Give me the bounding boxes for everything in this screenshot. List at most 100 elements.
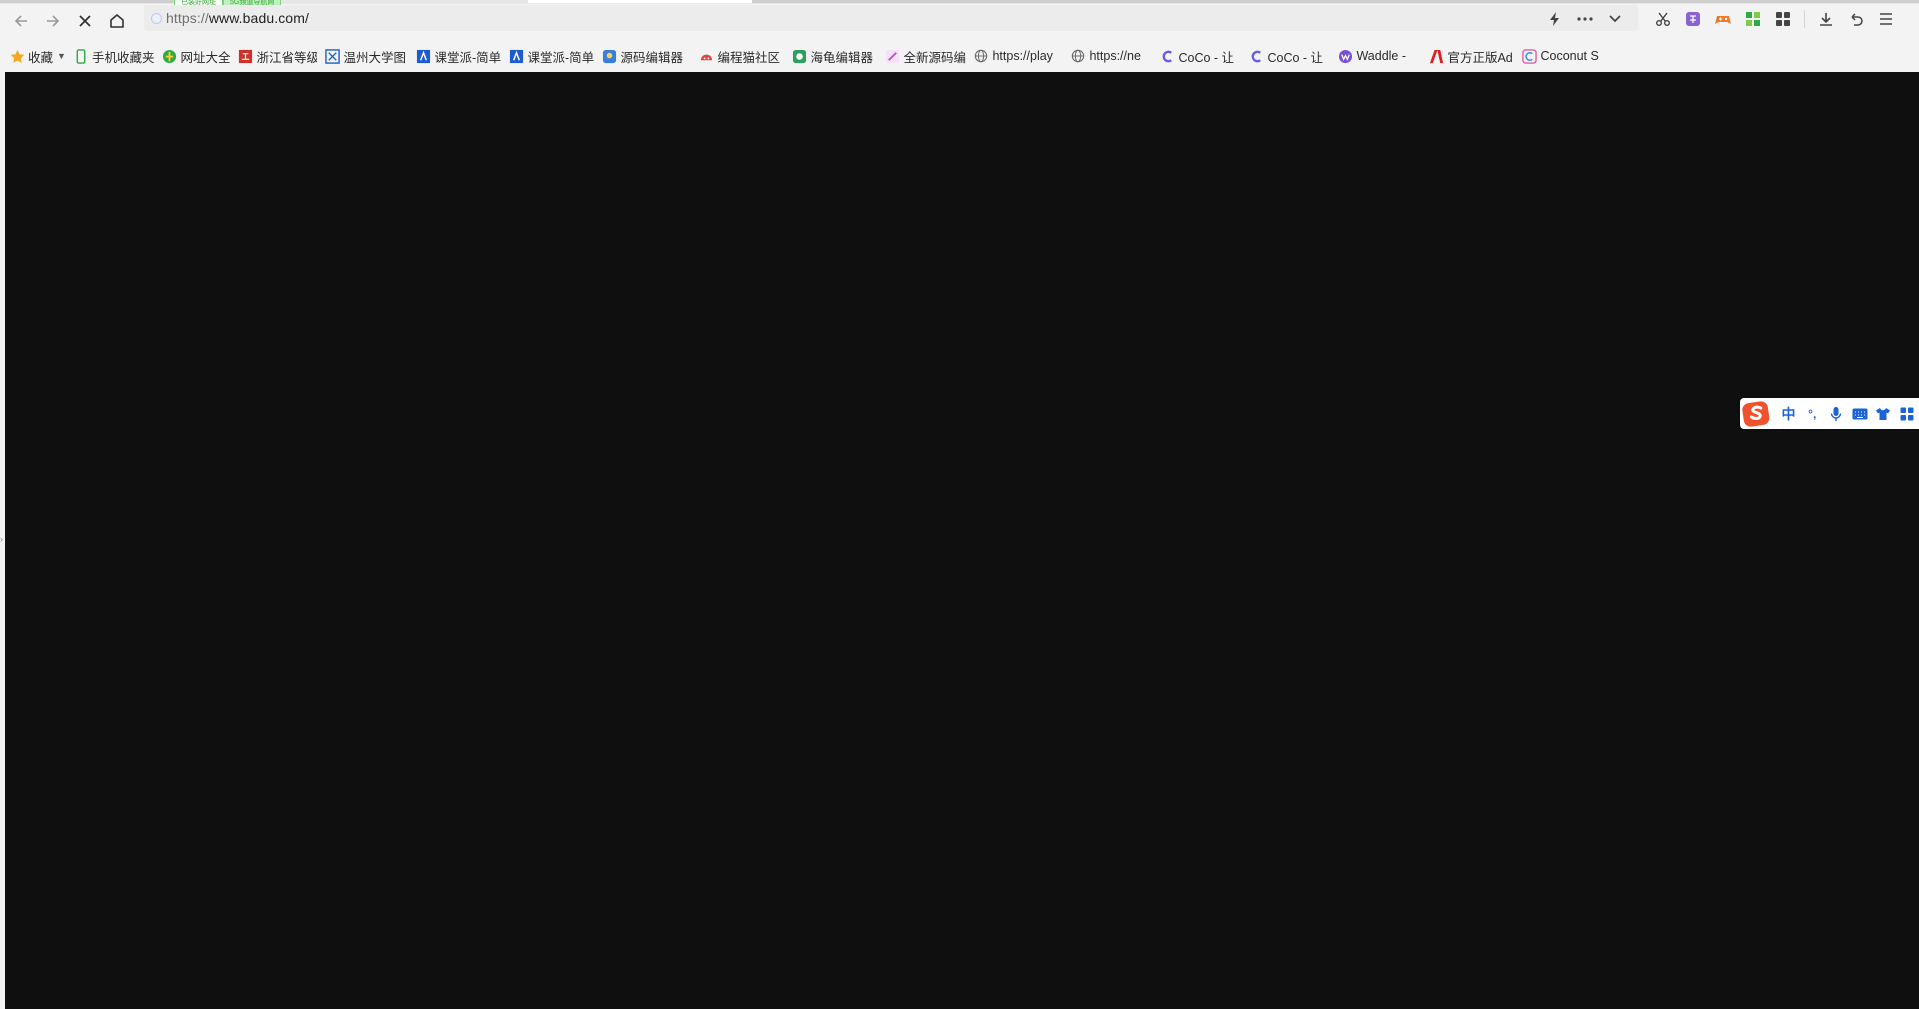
bookmark-label: 海龟编辑器	[810, 50, 873, 65]
scissors-icon	[1656, 12, 1670, 26]
bookmark-label: 课堂派-简单	[434, 50, 502, 65]
download-icon	[1820, 13, 1832, 26]
bookmark-item[interactable]: 网址大全	[161, 44, 230, 68]
bookmark-label: CoCo - 让	[1267, 50, 1324, 65]
site-logo-icon	[884, 48, 900, 64]
bookmark-item[interactable]: 手机收藏夹	[73, 44, 155, 68]
apps-grid-icon	[1746, 12, 1760, 26]
extension-tools	[1648, 7, 1901, 31]
dropdown-button[interactable]	[1600, 7, 1630, 31]
bookmark-label: 浙江省等级	[256, 50, 318, 65]
chevron-down-icon	[1609, 15, 1621, 23]
waddle-icon	[1337, 48, 1353, 64]
stop-loading-button[interactable]	[70, 6, 100, 36]
bookmark-label: 收藏	[28, 50, 54, 65]
caret-down-icon[interactable]: ▼	[57, 51, 66, 61]
bookmark-label: 全新源码编	[903, 50, 966, 65]
speed-mode-button[interactable]	[1540, 7, 1570, 31]
more-icon	[1577, 17, 1593, 21]
address-bar[interactable]: https://www.badu.com/	[144, 5, 1638, 31]
undo-close-button[interactable]	[1841, 7, 1871, 31]
download-button[interactable]	[1811, 7, 1841, 31]
star-icon	[9, 48, 25, 64]
toolbox-grid-icon[interactable]	[1895, 402, 1919, 426]
bookmark-label: 编程猫社区	[717, 50, 780, 65]
bookmark-label: https://ne	[1089, 49, 1141, 63]
coconut-icon	[1521, 48, 1537, 64]
site-logo-icon	[791, 48, 807, 64]
address-tools	[1540, 7, 1630, 31]
bookmark-item[interactable]: 海龟编辑器	[791, 44, 877, 68]
site-logo-icon	[508, 48, 524, 64]
keyboard-icon[interactable]	[1848, 402, 1872, 426]
bookmark-label: 手机收藏夹	[91, 50, 155, 65]
bookmarks-bar: 收藏 ▼ 手机收藏夹 网址大全 浙江省等级 温州大学图 课堂派-简单 课堂派-简…	[0, 42, 1919, 70]
sogou-logo-icon[interactable]	[1741, 399, 1771, 429]
apps-button[interactable]	[1738, 7, 1768, 31]
bookmark-favorites[interactable]: 收藏 ▼	[9, 44, 66, 68]
bookmark-label: Waddle -	[1356, 49, 1407, 63]
globe-icon	[1070, 48, 1086, 64]
bookmark-item[interactable]: 编程猫社区	[698, 44, 784, 68]
bookmark-label: Coconut S	[1540, 49, 1599, 63]
translate-icon	[1686, 12, 1700, 26]
translate-button[interactable]	[1678, 7, 1708, 31]
bookmark-label: https://play	[992, 49, 1053, 63]
sidebar-toggle-icon[interactable]: ›	[0, 534, 4, 544]
close-icon	[79, 15, 91, 27]
url-text[interactable]: https://www.badu.com/	[166, 10, 309, 26]
coco-icon	[1248, 48, 1264, 64]
tab-edge	[752, 0, 1919, 3]
tab-edge	[528, 0, 753, 3]
bookmark-item[interactable]: Waddle -	[1337, 44, 1421, 68]
site-logo-icon	[601, 48, 617, 64]
bookmark-item[interactable]: 官方正版Ad	[1428, 44, 1514, 68]
toolbar-divider	[1804, 10, 1805, 28]
url-scheme: https://	[166, 10, 209, 26]
arrow-right-icon	[47, 15, 60, 27]
site-logo-icon	[415, 48, 431, 64]
bookmark-label: CoCo - 让	[1178, 50, 1235, 65]
undo-icon	[1851, 13, 1863, 26]
bookmark-item[interactable]: 课堂派-简单	[508, 44, 594, 68]
phone-icon	[73, 48, 89, 64]
tab-grid-button[interactable]	[1768, 7, 1798, 31]
tab-edge	[0, 0, 175, 3]
bookmark-item[interactable]: 课堂派-简单	[415, 44, 501, 68]
site-info-icon[interactable]	[151, 12, 162, 24]
site-logo-icon	[324, 48, 340, 64]
bookmark-item[interactable]: CoCo - 让	[1248, 44, 1330, 68]
bookmark-label: 网址大全	[180, 50, 231, 65]
ime-punctuation-toggle[interactable]: °,	[1800, 402, 1824, 426]
bookmark-item[interactable]: Coconut S	[1521, 44, 1603, 68]
bookmark-item[interactable]: 源码编辑器	[601, 44, 691, 68]
bookmark-item[interactable]: CoCo - 让	[1159, 44, 1241, 68]
screenshot-button[interactable]	[1648, 7, 1678, 31]
bookmark-item[interactable]: 温州大学图	[324, 44, 408, 68]
globe-icon	[973, 48, 989, 64]
game-button[interactable]	[1708, 7, 1738, 31]
bookmark-label: 课堂派-简单	[527, 50, 595, 65]
forward-button[interactable]	[38, 6, 68, 36]
bookmark-item[interactable]: 全新源码编	[884, 44, 966, 68]
ime-mode-toggle[interactable]: 中	[1777, 402, 1801, 426]
skin-shirt-icon[interactable]	[1872, 402, 1896, 426]
bookmark-label: 官方正版Ad	[1447, 50, 1513, 65]
bookmark-item[interactable]: https://ne	[1070, 44, 1152, 68]
bookmark-item[interactable]: 浙江省等级	[237, 44, 317, 68]
home-button[interactable]	[102, 6, 132, 36]
bookmark-item[interactable]: https://play	[973, 44, 1063, 68]
microphone-icon[interactable]	[1824, 402, 1848, 426]
bookmark-label: 温州大学图	[343, 50, 406, 65]
main-menu-button[interactable]	[1871, 7, 1901, 31]
arrow-left-icon	[14, 15, 27, 27]
site-logo-icon	[698, 48, 714, 64]
bookmark-label: 源码编辑器	[620, 50, 683, 65]
more-button[interactable]	[1570, 7, 1600, 31]
back-button[interactable]	[6, 6, 36, 36]
ime-toolbar: 中 °,	[1740, 398, 1919, 429]
menu-icon	[1880, 13, 1892, 25]
globe-icon	[161, 48, 177, 64]
home-icon	[110, 14, 124, 28]
site-logo-icon	[237, 48, 253, 64]
